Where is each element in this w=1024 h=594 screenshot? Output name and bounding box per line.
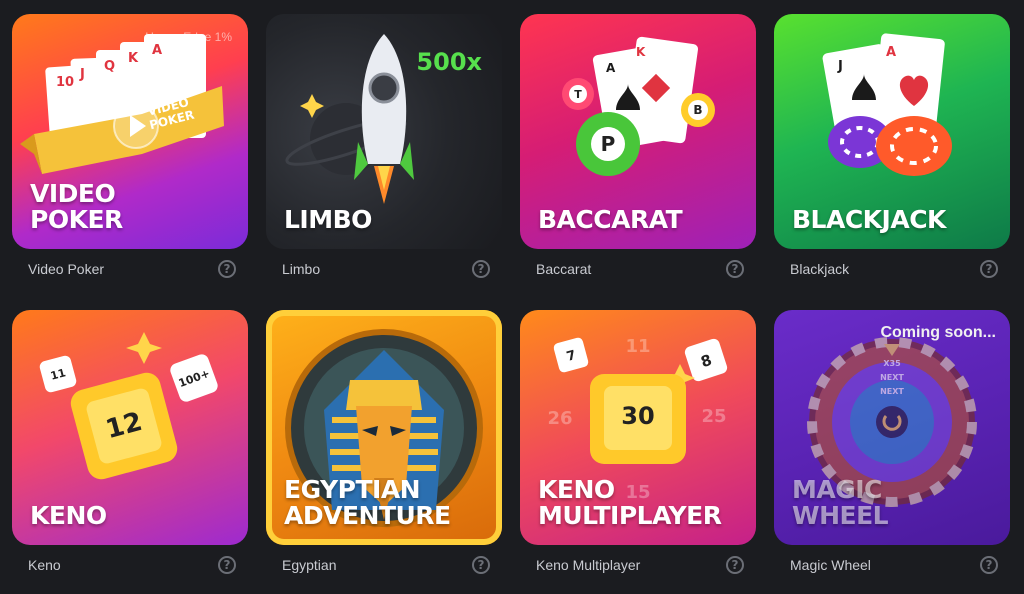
caption-row: Video Poker ? — [12, 258, 248, 280]
caption-row: Baccarat ? — [520, 258, 756, 280]
help-icon[interactable]: ? — [218, 556, 236, 574]
card-label: K — [128, 51, 139, 66]
ball-label: B — [693, 103, 702, 117]
help-icon[interactable]: ? — [726, 260, 744, 278]
game-card-blackjack[interactable]: J A BLACKJACK Blackjack ? — [774, 14, 1010, 284]
wheel-label: X35 — [883, 359, 901, 368]
game-card-baccarat[interactable]: A K T B P BACCARAT Baccarat ? — [520, 14, 756, 284]
caption-row: Blackjack ? — [774, 258, 1010, 280]
help-icon[interactable]: ? — [472, 556, 490, 574]
card-label: J — [837, 59, 843, 74]
caption-row: Magic Wheel ? — [774, 554, 1010, 576]
bg-number: 26 — [547, 408, 572, 429]
limbo-tile[interactable]: 500x LIMBO — [266, 14, 502, 249]
help-icon[interactable]: ? — [980, 260, 998, 278]
card-label: J — [79, 67, 85, 82]
game-card-keno[interactable]: 11 100+ 12 KENO Keno ? — [12, 310, 248, 580]
game-caption[interactable]: Baccarat — [520, 261, 591, 277]
game-card-limbo[interactable]: 500x LIMBO Limbo ? — [266, 14, 502, 284]
card-label: 10 — [56, 75, 74, 90]
games-grid: 10 J Q K A VIDEO POKER House Edge 1% VID… — [12, 14, 1010, 594]
house-edge-label: House Edge 1% — [145, 30, 232, 44]
wheel-label: NEXT — [880, 387, 904, 396]
bg-number: 11 — [625, 336, 650, 357]
game-caption[interactable]: Limbo — [266, 261, 320, 277]
tile-title: BLACKJACK — [792, 205, 946, 234]
coming-soon-label: Coming soon... — [880, 324, 996, 341]
ball-label: T — [574, 88, 582, 101]
help-icon[interactable]: ? — [726, 556, 744, 574]
game-caption[interactable]: Keno Multiplayer — [520, 557, 640, 573]
tile-title: MAGIC WHEEL — [792, 475, 889, 530]
card-label: K — [636, 45, 646, 59]
caption-row: Keno Multiplayer ? — [520, 554, 756, 576]
card-label: A — [886, 45, 896, 60]
spin-icon — [876, 406, 908, 438]
ball-label: P — [601, 132, 616, 156]
magic-wheel-tile[interactable]: X35 NEXT NEXT Coming soon... MAGIC WHEEL — [774, 310, 1010, 545]
video-poker-tile[interactable]: 10 J Q K A VIDEO POKER House Edge 1% VID… — [12, 14, 248, 249]
help-icon[interactable]: ? — [472, 260, 490, 278]
wheel-label: NEXT — [880, 373, 904, 382]
game-caption[interactable]: Video Poker — [12, 261, 104, 277]
tile-title: LIMBO — [284, 205, 372, 234]
sparkle-icon — [126, 332, 162, 364]
game-card-egyptian[interactable]: EGYPTIAN ADVENTURE Egyptian ? — [266, 310, 502, 580]
help-icon[interactable]: ? — [980, 556, 998, 574]
blackjack-tile[interactable]: J A BLACKJACK — [774, 14, 1010, 249]
help-icon[interactable]: ? — [218, 260, 236, 278]
game-card-video-poker[interactable]: 10 J Q K A VIDEO POKER House Edge 1% VID… — [12, 14, 248, 284]
tile-title: KENO — [30, 501, 107, 530]
tile-title: BACCARAT — [538, 205, 683, 234]
baccarat-tile[interactable]: A K T B P BACCARAT — [520, 14, 756, 249]
die-label: 30 — [621, 402, 654, 430]
game-caption[interactable]: Egyptian — [266, 557, 336, 573]
caption-row: Egyptian ? — [266, 554, 502, 576]
egyptian-tile[interactable]: EGYPTIAN ADVENTURE — [266, 310, 502, 545]
chip-orange-icon — [876, 116, 952, 176]
keno-tile[interactable]: 11 100+ 12 KENO — [12, 310, 248, 545]
card-label: A — [606, 61, 616, 75]
game-caption[interactable]: Keno — [12, 557, 61, 573]
game-caption[interactable]: Blackjack — [774, 261, 849, 277]
tile-title: VIDEO POKER — [30, 179, 123, 234]
card-label: A — [152, 43, 162, 58]
game-card-keno-multiplayer[interactable]: 11 26 25 15 7 8 30 KENO MULTIPLAYER Keno… — [520, 310, 756, 580]
caption-row: Keno ? — [12, 554, 248, 576]
bg-number: 25 — [701, 406, 726, 427]
caption-row: Limbo ? — [266, 258, 502, 280]
keno-multiplayer-tile[interactable]: 11 26 25 15 7 8 30 KENO MULTIPLAYER — [520, 310, 756, 545]
card-label: Q — [104, 59, 115, 74]
tile-title: KENO MULTIPLAYER — [538, 475, 722, 530]
multiplier-label: 500x — [416, 48, 482, 76]
game-caption[interactable]: Magic Wheel — [774, 557, 871, 573]
rocket-icon — [354, 34, 414, 204]
tile-title: EGYPTIAN ADVENTURE — [284, 475, 451, 530]
game-card-magic-wheel[interactable]: X35 NEXT NEXT Coming soon... MAGIC WHEEL… — [774, 310, 1010, 580]
